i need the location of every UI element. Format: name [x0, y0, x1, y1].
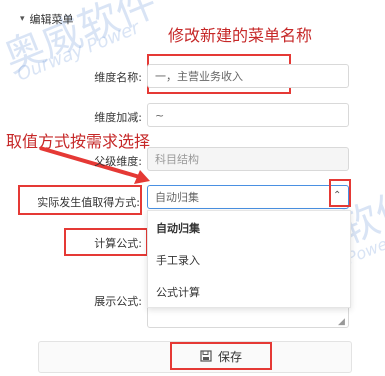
save-icon — [200, 350, 212, 362]
resize-handle-icon[interactable]: ◢ — [338, 317, 345, 327]
parent-dimension-value: 科目结构 — [155, 153, 199, 166]
display-formula-label: 展示公式: — [94, 295, 142, 308]
value-method-label: 实际发生值取得方式: — [37, 196, 140, 209]
value-method-dropdown: 自动归集 手工录入 公式计算 — [147, 210, 351, 308]
dropdown-option-formula[interactable]: 公式计算 — [148, 275, 350, 311]
dropdown-option-manual[interactable]: 手工录入 — [148, 243, 350, 279]
chevron-up-icon[interactable]: ⌃ — [333, 190, 341, 201]
dropdown-option-auto[interactable]: 自动归集 — [148, 211, 350, 247]
calc-formula-label: 计算公式: — [94, 237, 142, 250]
save-button-label: 保存 — [217, 349, 242, 364]
value-method-select[interactable]: 自动归集 — [147, 185, 349, 209]
value-method-value: 自动归集 — [155, 191, 199, 204]
parent-dimension-label: 父级维度: — [94, 155, 142, 168]
parent-dimension-input: 科目结构 — [147, 147, 349, 171]
save-button[interactable]: 保存 — [172, 344, 270, 368]
